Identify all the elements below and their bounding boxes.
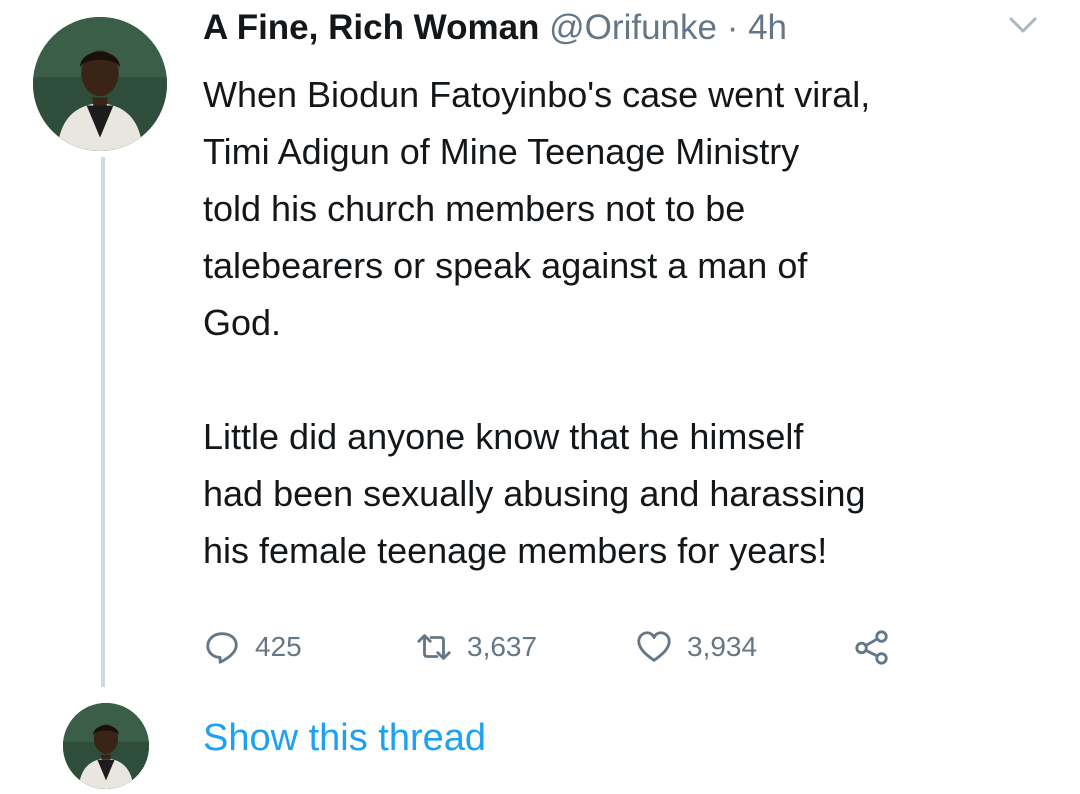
author-avatar[interactable] bbox=[33, 17, 167, 151]
author-display-name[interactable]: A Fine, Rich Woman bbox=[203, 8, 539, 47]
avatar-photo bbox=[33, 17, 167, 151]
reply-count: 425 bbox=[255, 631, 302, 662]
show-thread-link[interactable]: Show this thread bbox=[203, 713, 486, 763]
share-button[interactable] bbox=[853, 622, 891, 672]
reply-button[interactable]: 425 bbox=[203, 622, 302, 672]
share-icon bbox=[855, 630, 888, 665]
tweet-header: A Fine, Rich Woman @Orifunke · 4h bbox=[203, 6, 787, 50]
avatar-photo bbox=[63, 703, 149, 789]
heart-icon bbox=[637, 631, 671, 662]
tweet-actions: 425 3,637 3,934 bbox=[203, 622, 963, 672]
retweet-icon bbox=[417, 634, 451, 660]
retweet-count: 3,637 bbox=[467, 631, 538, 662]
tweet-timestamp[interactable]: 4h bbox=[748, 8, 787, 47]
tweet-menu-button[interactable] bbox=[1005, 10, 1041, 40]
retweet-button[interactable]: 3,637 bbox=[415, 622, 537, 672]
tweet-paragraph: When Biodun Fatoyinbo's case went viral,… bbox=[203, 74, 871, 343]
thread-connector-line bbox=[101, 157, 105, 687]
tweet-body: When Biodun Fatoyinbo's case went viral,… bbox=[203, 66, 1053, 579]
tweet-paragraph: Little did anyone know that he himself h… bbox=[203, 416, 866, 571]
thread-author-avatar[interactable] bbox=[63, 703, 149, 789]
tweet: A Fine, Rich Woman @Orifunke · 4h When B… bbox=[0, 0, 1080, 794]
like-count: 3,934 bbox=[687, 631, 758, 662]
reply-icon bbox=[206, 632, 238, 664]
author-handle[interactable]: @Orifunke bbox=[549, 8, 717, 47]
like-button[interactable]: 3,934 bbox=[635, 622, 757, 672]
header-separator: · bbox=[726, 8, 739, 47]
chevron-down-icon bbox=[1009, 17, 1037, 33]
